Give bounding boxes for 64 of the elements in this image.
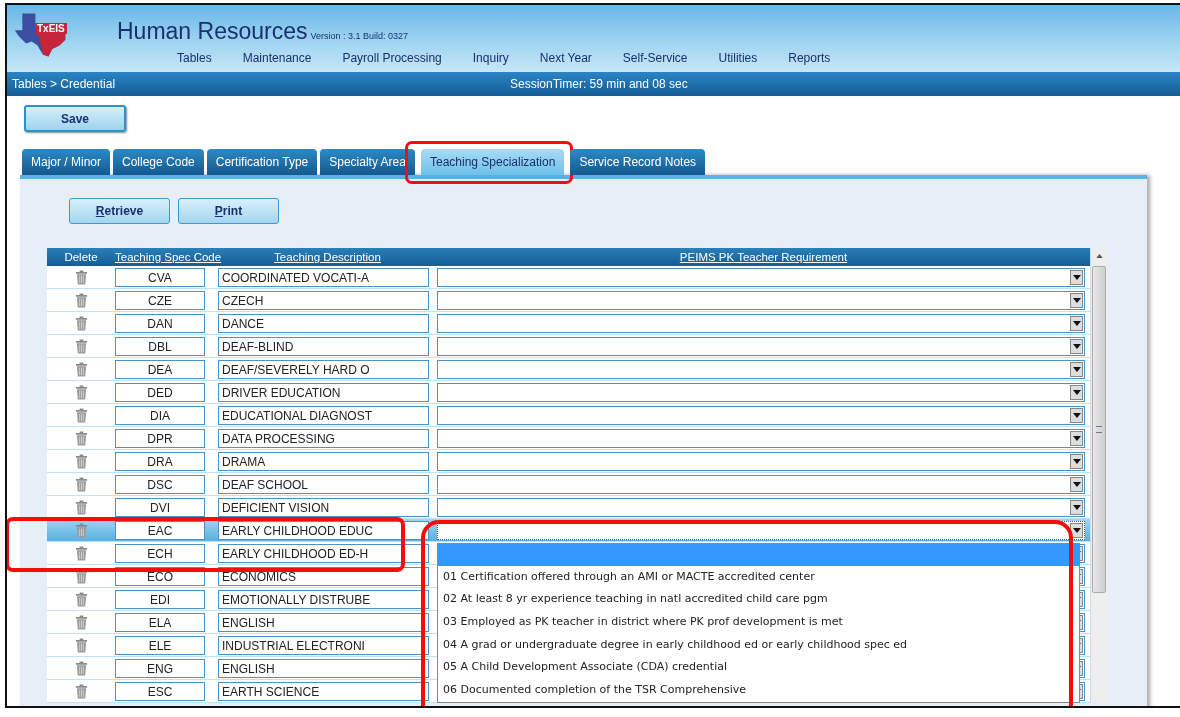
code-field[interactable]: CVA [115,267,205,287]
description-field[interactable]: DEAF SCHOOL [218,474,429,494]
dropdown-option[interactable]: 06 Documented completion of the TSR Comprehensive [438,678,1079,702]
code-field[interactable]: DPR [115,428,205,448]
menu-item[interactable]: Payroll Processing [342,51,442,65]
menu-item[interactable]: Maintenance [242,51,312,65]
dropdown-option[interactable]: 01 Certification offered through an AMI or MACTE accredited center [438,565,1079,589]
code-field[interactable]: DRA [115,451,205,471]
code-field[interactable]: ENG [115,658,205,678]
column-sort-link[interactable]: PEIMS PK Teacher Requirement [437,250,1090,264]
code-field[interactable]: DBL [115,336,205,356]
column-header: Delete [63,250,99,264]
description-field[interactable]: DRAMA [218,451,429,471]
code-field[interactable]: ESC [115,681,205,701]
menu-item[interactable]: Utilities [718,51,758,65]
dropdown-option[interactable]: 05 A Child Development Associate (CDA) credential [438,656,1079,679]
code-field[interactable]: CZE [115,290,205,310]
save-button[interactable]: Save [24,105,126,132]
code-field[interactable]: DIA [115,405,205,425]
menu-item[interactable]: Tables [177,51,212,65]
description-field[interactable]: EDUCATIONAL DIAGNOST [218,405,429,425]
menu-item[interactable]: Inquiry [472,51,509,65]
description-field[interactable]: CZECH [218,290,429,310]
menu-item[interactable]: Reports [788,51,831,65]
description-field[interactable]: EARLY CHILDHOOD ED-H [218,543,429,563]
code-field[interactable]: DAN [115,313,205,333]
dropdown-option[interactable]: 03 Employed as PK teacher in district where PK prof development is met [438,610,1079,634]
description-field[interactable]: DEFICIENT VISION [218,497,429,517]
description-field[interactable]: DEAF/SEVERELY HARD O [218,359,429,379]
menu-item[interactable]: Next Year [539,51,592,65]
description-field[interactable]: EMOTIONALLY DISTRUBE [218,589,429,609]
logo-text: TxEIS [35,23,67,34]
code-field[interactable]: DSC [115,474,205,494]
tab[interactable]: Major / Minor [22,149,110,175]
code-field[interactable]: EDI [115,589,205,609]
description-field[interactable]: ENGLISH [218,612,429,632]
description-field[interactable]: DATA PROCESSING [218,428,429,448]
tab[interactable]: College Code [113,149,204,175]
code-field[interactable]: ECH [115,543,205,563]
description-field[interactable]: ENGLISH [218,658,429,678]
action-button[interactable]: Print [178,198,279,224]
code-field[interactable]: DEA [115,359,205,379]
code-field[interactable]: ELE [115,635,205,655]
description-field[interactable]: DEAF-BLIND [218,336,429,356]
description-field[interactable]: INDUSTRIAL ELECTRONI [218,635,429,655]
tab[interactable]: Service Record Notes [570,149,706,175]
dropdown-option[interactable]: 04 A grad or undergraduate degree in early childhood ed or early childhood spec ed [438,633,1079,657]
dropdown-option[interactable]: 02 At least 8 yr experience teaching in natl accredited child care pgm [438,588,1079,611]
menu-item[interactable]: Self-Service [622,51,688,65]
session-timer: SessionTimer: 59 min and 08 sec [510,77,688,91]
description-field[interactable]: DANCE [218,313,429,333]
description-field[interactable]: COORDINATED VOCATI-A [218,267,429,287]
code-field[interactable]: ELA [115,612,205,632]
description-field[interactable]: DRIVER EDUCATION [218,382,429,402]
breadcrumb: Tables > Credential [12,77,116,91]
code-field[interactable]: DVI [115,497,205,517]
tab[interactable]: Teaching Specialization [420,149,565,175]
code-field[interactable]: DED [115,382,205,402]
action-button[interactable]: Retrieve [69,198,170,224]
tab[interactable]: Certification Type [206,149,318,175]
version-label: Version : 3.1 Build: 0327 [310,31,409,41]
app-title: Human Resources [117,18,308,45]
tab[interactable]: Specialty Area [320,149,415,175]
description-field[interactable]: EARTH SCIENCE [218,681,429,701]
